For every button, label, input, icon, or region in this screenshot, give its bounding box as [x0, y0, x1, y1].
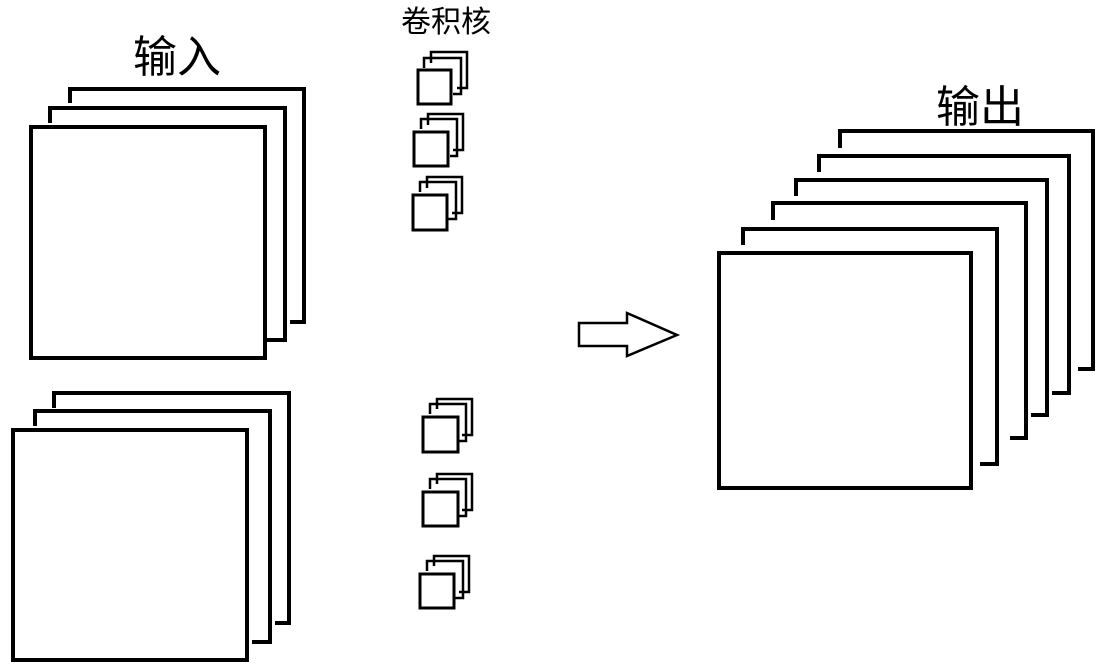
kernel-3-layer-1	[411, 193, 449, 232]
output-layer-1	[717, 251, 973, 490]
kernels-label: 卷积核	[401, 5, 491, 40]
kernel-stack-4	[421, 397, 474, 454]
input-label: 输入	[133, 32, 221, 83]
kernel-5-layer-1	[421, 490, 460, 528]
kernel-2-layer-1	[412, 130, 450, 168]
output-stack	[717, 129, 1095, 490]
input-stack-top	[29, 87, 306, 360]
kernel-6-layer-1	[418, 572, 456, 610]
diagram-canvas: 输入 卷积核 输出	[11, 5, 1095, 662]
input-top-layer-1	[29, 125, 267, 360]
kernel-stack-6	[418, 554, 471, 610]
input-bottom-layer-1	[11, 428, 249, 662]
kernel-stack-3	[411, 175, 464, 232]
right-arrow-icon	[577, 311, 681, 358]
kernel-4-layer-1	[421, 415, 460, 454]
kernel-stack-2	[412, 112, 465, 168]
kernel-1-layer-1	[416, 68, 453, 106]
input-stack-bottom	[11, 391, 291, 662]
output-label: 输出	[936, 82, 1024, 133]
kernel-stack-5	[421, 472, 474, 528]
kernel-stack-1	[416, 50, 469, 106]
